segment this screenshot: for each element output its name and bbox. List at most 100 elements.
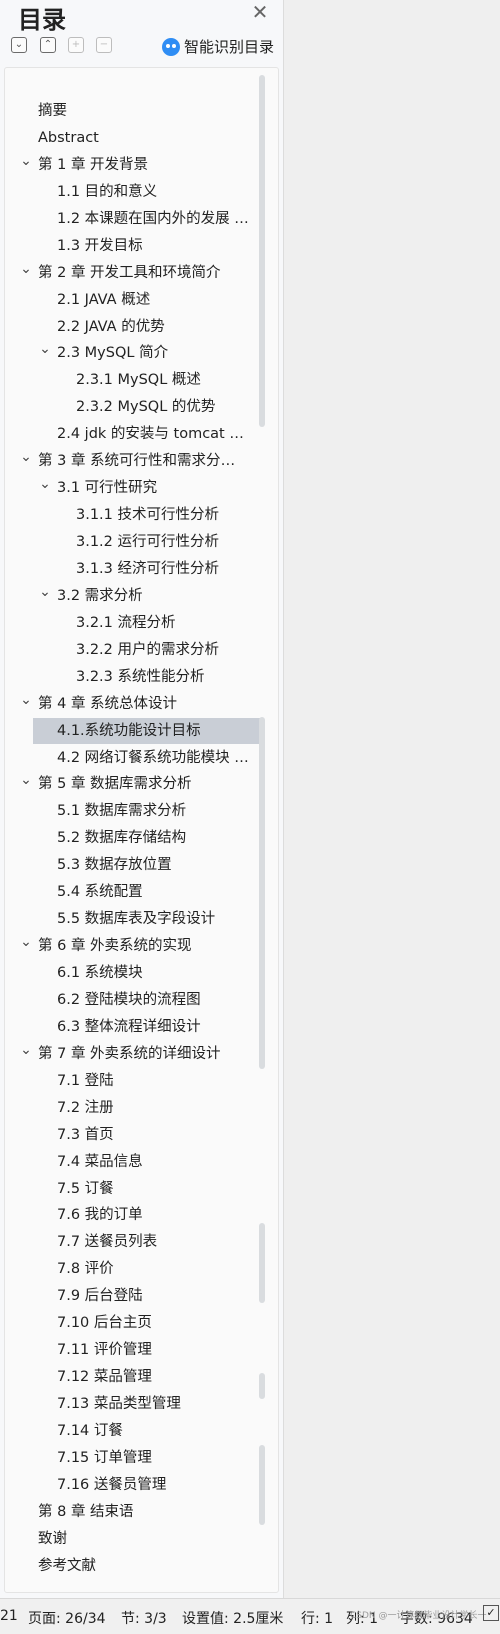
toc-item[interactable]: 4.1.系统功能设计目标 bbox=[5, 717, 270, 745]
toc-item-label: 2.3 MySQL 简介 bbox=[57, 345, 169, 362]
toc-item[interactable]: 第 8 章 结束语 bbox=[5, 1499, 270, 1526]
toc-list-box: 摘要 Abstract ⌄ 第 1 章 开发背景 1.1 目的和意义 1.2 本课题在国内… bbox=[4, 67, 279, 1593]
toc-item[interactable]: 致谢 bbox=[5, 1526, 270, 1553]
ai-assistant-icon bbox=[162, 37, 180, 56]
chevron-down-icon[interactable]: ⌄ bbox=[39, 585, 51, 599]
toc-item[interactable]: ⌄ 第 2 章 开发工具和环境简介 bbox=[5, 260, 270, 287]
toc-item-label: 2.1 JAVA 概述 bbox=[57, 291, 151, 308]
toc-item[interactable]: 7.15 订单管理 bbox=[5, 1445, 270, 1472]
toc-item[interactable]: 2.1 JAVA 概述 bbox=[5, 287, 270, 314]
toc-item[interactable]: ⌄ 3.1 可行性研究 bbox=[5, 475, 270, 502]
toc-item[interactable]: 4.2 网络订餐系统功能模块 … bbox=[5, 745, 270, 772]
toc-item[interactable]: 3.2.2 用户的需求分析 bbox=[5, 637, 270, 664]
chevron-down-icon[interactable]: ⌄ bbox=[20, 693, 32, 707]
toc-item[interactable]: 7.8 评价 bbox=[5, 1256, 270, 1283]
toc-item[interactable]: 6.3 整体流程详细设计 bbox=[5, 1014, 270, 1041]
toc-item-label: 7.7 送餐员列表 bbox=[57, 1234, 158, 1251]
status-setting: 设置值: 2.5厘米 bbox=[182, 1611, 284, 1627]
toc-item[interactable]: 6.2 登陆模块的流程图 bbox=[5, 987, 270, 1014]
toc-item[interactable]: 7.7 送餐员列表 bbox=[5, 1229, 270, 1256]
toc-item-label: 4.2 网络订餐系统功能模块 … bbox=[57, 749, 249, 766]
toc-item[interactable]: 7.5 订餐 bbox=[5, 1176, 270, 1203]
toc-item-label: 2.2 JAVA 的优势 bbox=[57, 318, 165, 335]
toc-item[interactable]: 5.5 数据库表及字段设计 bbox=[5, 906, 270, 933]
collapse-all-icon[interactable]: ⌄ bbox=[11, 37, 27, 53]
watermark: CSDN @一计算机毕业设计学长一 bbox=[350, 1611, 487, 1621]
toc-item[interactable]: 7.6 我的订单 bbox=[5, 1202, 270, 1229]
toc-item[interactable]: 2.2 JAVA 的优势 bbox=[5, 314, 270, 341]
toc-item-label: 7.14 订餐 bbox=[57, 1422, 123, 1439]
toc-item[interactable]: 5.3 数据存放位置 bbox=[5, 852, 270, 879]
toc-item[interactable]: 7.11 评价管理 bbox=[5, 1337, 270, 1364]
chevron-down-icon[interactable]: ⌄ bbox=[20, 773, 32, 787]
toc-item[interactable]: ⌄ 2.3 MySQL 简介 bbox=[5, 340, 270, 367]
toc-item[interactable]: 3.1.3 经济可行性分析 bbox=[5, 556, 270, 583]
toc-item-label: 7.9 后台登陆 bbox=[57, 1288, 143, 1305]
chevron-down-icon[interactable]: ⌄ bbox=[39, 477, 51, 491]
toc-item[interactable]: 1.3 开发目标 bbox=[5, 233, 270, 260]
toc-item-label: 7.10 后台主页 bbox=[57, 1315, 152, 1332]
toc-scrollbar[interactable] bbox=[259, 75, 265, 1585]
add-entry-icon[interactable]: + bbox=[68, 37, 84, 53]
smart-toc-button[interactable]: 智能识别目录 bbox=[162, 36, 274, 57]
toc-item[interactable]: 7.4 菜品信息 bbox=[5, 1149, 270, 1176]
toc-item[interactable]: ⌄ 第 5 章 数据库需求分析 bbox=[5, 771, 270, 798]
toc-item[interactable]: Abstract bbox=[5, 125, 270, 152]
toc-item[interactable]: ⌄ 第 3 章 系统可行性和需求分 … bbox=[5, 448, 270, 475]
chevron-down-icon[interactable]: ⌄ bbox=[20, 262, 32, 276]
toc-item[interactable]: 3.1.2 运行可行性分析 bbox=[5, 529, 270, 556]
spellcheck-icon[interactable]: ✓ bbox=[483, 1605, 499, 1621]
toc-item[interactable]: 7.1 登陆 bbox=[5, 1068, 270, 1095]
toc-item-label: 6.2 登陆模块的流程图 bbox=[57, 991, 201, 1008]
toc-item-label: 7.12 菜品管理 bbox=[57, 1369, 152, 1386]
toc-item[interactable]: ⌄ 第 6 章 外卖系统的实现 bbox=[5, 933, 270, 960]
toc-item-label: 3.1.3 经济可行性分析 bbox=[76, 560, 220, 577]
toc-item[interactable]: 7.12 菜品管理 bbox=[5, 1364, 270, 1391]
toc-item[interactable]: 摘要 bbox=[5, 98, 270, 125]
toc-item-label: 参考文献 bbox=[38, 1557, 96, 1574]
toc-item-label: 1.1 目的和意义 bbox=[57, 183, 158, 200]
chevron-down-icon[interactable]: ⌄ bbox=[20, 1043, 32, 1057]
toc-item[interactable]: 3.2.3 系统性能分析 bbox=[5, 664, 270, 691]
toc-item[interactable]: 2.3.1 MySQL 概述 bbox=[5, 367, 270, 394]
toc-item-label: 第 3 章 系统可行性和需求分 … bbox=[38, 453, 238, 470]
toc-item[interactable]: 5.4 系统配置 bbox=[5, 879, 270, 906]
expand-all-icon[interactable]: ⌃ bbox=[40, 37, 56, 53]
toc-item-label: 1.2 本课题在国内外的发展 … bbox=[57, 210, 249, 227]
close-icon[interactable]: ✕ bbox=[250, 3, 270, 23]
toc-item[interactable]: ⌄ 第 1 章 开发背景 bbox=[5, 152, 270, 179]
chevron-down-icon[interactable]: ⌄ bbox=[20, 450, 32, 464]
toc-item[interactable]: 7.10 后台主页 bbox=[5, 1310, 270, 1337]
toc-item-label: 第 6 章 外卖系统的实现 bbox=[38, 938, 192, 955]
status-page[interactable]: 页面: 26/34 bbox=[28, 1608, 106, 1628]
toc-item[interactable]: 7.9 后台登陆 bbox=[5, 1283, 270, 1310]
toc-item[interactable]: 2.3.2 MySQL 的优势 bbox=[5, 394, 270, 421]
toc-item[interactable]: 7.3 首页 bbox=[5, 1122, 270, 1149]
toc-item[interactable]: 6.1 系统模块 bbox=[5, 960, 270, 987]
toc-item-label: 2.3.2 MySQL 的优势 bbox=[76, 399, 216, 416]
toc-item-label: 7.5 订餐 bbox=[57, 1180, 114, 1197]
toc-item[interactable]: 7.16 送餐员管理 bbox=[5, 1472, 270, 1499]
toc-item-label: 第 8 章 结束语 bbox=[38, 1503, 134, 1520]
chevron-down-icon[interactable]: ⌄ bbox=[20, 935, 32, 949]
toc-item[interactable]: 3.1.1 技术可行性分析 bbox=[5, 502, 270, 529]
toc-item[interactable]: 5.1 数据库需求分析 bbox=[5, 798, 270, 825]
toc-item[interactable]: 5.2 数据库存储结构 bbox=[5, 825, 270, 852]
toc-item[interactable]: ⌄ 第 7 章 外卖系统的详细设计 bbox=[5, 1041, 270, 1068]
toc-item[interactable]: ⌄ 第 4 章 系统总体设计 bbox=[5, 691, 270, 718]
toc-item[interactable]: 3.2.1 流程分析 bbox=[5, 610, 270, 637]
toc-item[interactable]: 参考文献 bbox=[5, 1553, 270, 1580]
toc-pane: 目录 ✕ ⌄ ⌃ + − 智能识别目录 摘要 Abstract ⌄ 第 1 章 开发背… bbox=[0, 0, 284, 1598]
chevron-down-icon[interactable]: ⌄ bbox=[39, 342, 51, 356]
toc-item[interactable]: ⌄ 3.2 需求分析 bbox=[5, 583, 270, 610]
toc-item[interactable]: 7.2 注册 bbox=[5, 1095, 270, 1122]
toc-item[interactable]: 2.4 jdk 的安装与 tomcat … bbox=[5, 421, 270, 448]
remove-entry-icon[interactable]: − bbox=[96, 37, 112, 53]
toc-item[interactable]: 7.13 菜品类型管理 bbox=[5, 1391, 270, 1418]
toc-item[interactable]: 1.2 本课题在国内外的发展 … bbox=[5, 206, 270, 233]
document-area[interactable] bbox=[284, 0, 500, 1598]
toc-item[interactable]: 7.14 订餐 bbox=[5, 1418, 270, 1445]
toc-item[interactable]: 1.1 目的和意义 bbox=[5, 179, 270, 206]
chevron-down-icon[interactable]: ⌄ bbox=[20, 154, 32, 168]
toc-item-label: 5.1 数据库需求分析 bbox=[57, 803, 187, 820]
